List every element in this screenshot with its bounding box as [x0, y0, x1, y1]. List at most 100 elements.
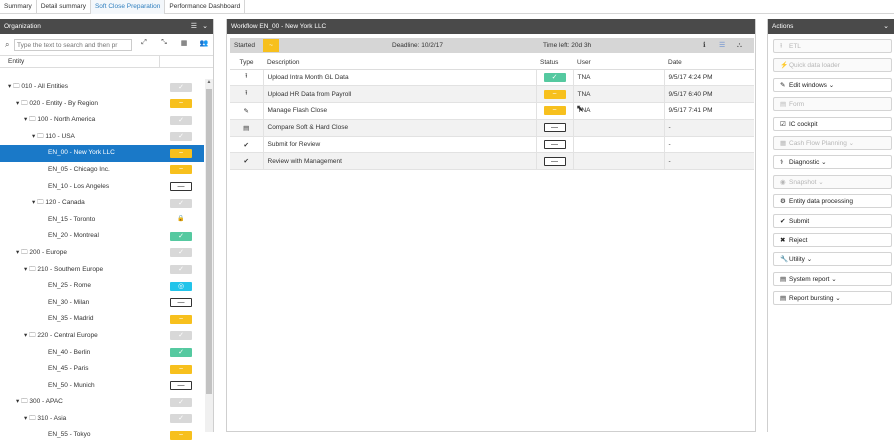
action-submit-button[interactable]: ✔ Submit [773, 213, 892, 228]
task-description[interactable]: Upload Intra Month GL Data [262, 69, 536, 87]
status-badge[interactable]: 🔒 [170, 215, 192, 224]
action-entity-data-processing-button[interactable]: ⚙ Entity data processing [773, 194, 892, 209]
collapse-all-icon[interactable]: ⤡ [158, 39, 170, 47]
status-badge[interactable]: — [543, 123, 566, 133]
status-badge[interactable]: — [543, 156, 566, 166]
tab-performance-dashboard[interactable]: Performance Dashboard [165, 0, 246, 14]
task-date: 9/5/17 7:41 PM [663, 102, 754, 120]
tree-row[interactable]: EN_40 - Berlin ✓ [0, 345, 204, 362]
action-diagnostic-button[interactable]: ⚕ Diagnostic ⌄ [773, 155, 892, 170]
status-badge[interactable]: — [170, 182, 192, 192]
tree-row[interactable]: EN_45 - Paris ~ [0, 361, 204, 378]
action-snapshot-button[interactable]: ◉ Snapshot ⌄ [773, 174, 892, 189]
tree-row[interactable]: ▾ 🗀 120 - Canada ✓ [0, 195, 204, 212]
tree-row[interactable]: EN_35 - Madrid ~ [0, 311, 204, 328]
tree-row[interactable]: EN_25 - Rome ◎ [0, 278, 204, 295]
grid-view-icon[interactable]: ▦ [178, 39, 190, 47]
workflow-status-badge[interactable]: ~ [263, 39, 279, 52]
table-row[interactable]: ✎ Manage Flash Close ~ TNA 9/5/17 7:41 PM [230, 102, 754, 120]
info-icon[interactable]: ℹ [703, 38, 706, 53]
status-badge[interactable]: — [543, 140, 566, 150]
chevron-down-icon[interactable]: ⌄ [883, 19, 889, 34]
task-date: - [663, 136, 754, 154]
tree-row[interactable]: ▾ 🗀 210 - Southern Europe ✓ [0, 262, 204, 279]
tree-row[interactable]: ▾ 🗀 010 - All Entities ✓ [0, 79, 204, 96]
status-badge[interactable]: ~ [543, 106, 566, 116]
status-badge[interactable]: ✓ [170, 397, 192, 407]
tree-row[interactable]: EN_10 - Los Angeles — [0, 179, 204, 196]
tree-row[interactable]: EN_05 - Chicago Inc. ~ [0, 162, 204, 179]
task-description[interactable]: Review with Management [262, 152, 536, 171]
tree-row[interactable]: EN_50 - Munich — [0, 378, 204, 395]
action-cash-flow-planning-button[interactable]: ▦ Cash Flow Planning ⌄ [773, 135, 892, 150]
status-badge[interactable]: ✓ [170, 348, 192, 357]
table-row[interactable]: ✔ Submit for Review — - [230, 136, 754, 154]
users-icon[interactable]: 👥 [198, 39, 210, 47]
tree-row[interactable]: ▾ 🗀 020 - Entity - By Region ~ [0, 96, 204, 113]
tree-row[interactable]: ▾ 🗀 220 - Central Europe ✓ [0, 328, 204, 345]
expand-all-icon[interactable]: ⤢ [138, 39, 150, 47]
chevron-down-icon[interactable]: ⌄ [202, 19, 208, 34]
action-form-button[interactable]: ▤ Form [773, 97, 892, 112]
action-utility-button[interactable]: 🔧Utility ⌄ [773, 252, 892, 267]
action-etl-button[interactable]: ⭱ ETL [773, 39, 892, 53]
list-menu-icon[interactable]: ☰ [191, 19, 197, 34]
status-badge[interactable]: — [170, 381, 192, 391]
status-badge[interactable]: ~ [170, 364, 192, 374]
tree-row[interactable]: EN_30 - Milan — [0, 295, 204, 312]
status-badge[interactable]: ✓ [543, 72, 566, 82]
table-row[interactable]: ⭱ Upload HR Data from Payroll ~ TNA 9/5/17 6… [230, 85, 754, 104]
status-badge[interactable]: ~ [170, 148, 192, 158]
status-badge[interactable]: ~ [170, 314, 192, 324]
status-badge[interactable]: ~ [170, 165, 192, 175]
status-badge[interactable]: ✓ [170, 248, 192, 258]
action-ic-cockpit-button[interactable]: ☑ IC cockpit [773, 116, 892, 131]
organization-search-input[interactable] [14, 39, 132, 51]
task-description[interactable]: Manage Flash Close [262, 102, 536, 120]
tree-row[interactable]: EN_20 - Montreal ✓ [0, 228, 204, 245]
status-badge[interactable]: ✓ [170, 82, 192, 92]
tab-summary[interactable]: Summary [0, 0, 37, 14]
status-badge[interactable]: ~ [170, 430, 192, 440]
action-report-bursting-button[interactable]: ▤ Report bursting ⌄ [773, 291, 892, 306]
status-badge[interactable]: ✓ [170, 115, 192, 125]
table-row[interactable]: ▤ Compare Soft & Hard Close — - [230, 119, 754, 137]
status-badge[interactable]: ◎ [170, 281, 192, 291]
status-badge[interactable]: ✓ [170, 132, 192, 142]
status-badge[interactable]: ✓ [170, 331, 192, 341]
status-badge[interactable]: — [170, 298, 192, 308]
task-description[interactable]: Submit for Review [262, 136, 536, 154]
status-badge[interactable]: ~ [170, 99, 192, 109]
table-row[interactable]: ✔ Review with Management — - [230, 152, 754, 171]
status-badge[interactable]: ✓ [170, 198, 192, 208]
tree-row[interactable]: ▾ 🗀 310 - Asia ✓ [0, 411, 204, 428]
list-view-icon[interactable]: ☰ [719, 38, 725, 53]
checkbox-icon: ☑ [780, 120, 786, 128]
check-icon: ✔ [230, 136, 263, 154]
status-badge[interactable]: ✓ [170, 265, 192, 275]
action-quick-data-loader-button[interactable]: ⚡Quick data loader [773, 58, 892, 73]
action-edit-windows-button[interactable]: ✎ Edit windows ⌄ [773, 77, 892, 92]
action-system-report-button[interactable]: ▤ System report ⌄ [773, 271, 892, 286]
task-description[interactable]: Upload HR Data from Payroll [262, 85, 536, 104]
action-reject-button[interactable]: ✖ Reject [773, 232, 892, 247]
tree-row[interactable]: EN_15 - Toronto 🔒 [0, 212, 204, 229]
hierarchy-icon[interactable]: ⛬ [737, 38, 742, 53]
scroll-up-icon[interactable]: ▲ [205, 79, 213, 85]
tree-row[interactable]: EN_55 - Tokyo ~ [0, 427, 204, 444]
tree-row[interactable]: ▾ 🗀 200 - Europe ✓ [0, 245, 204, 262]
tree-row[interactable]: ▾ 🗀 100 - North America ✓ [0, 112, 204, 129]
status-badge[interactable]: ~ [543, 89, 566, 99]
status-badge[interactable]: ✓ [170, 231, 192, 241]
tree-row[interactable]: EN_00 - New York LLC ~ [0, 145, 204, 162]
tree-row[interactable]: ▾ 🗀 300 - APAC ✓ [0, 394, 204, 411]
workflow-table: Type Description Status User Date ⭱ Uploa… [230, 56, 754, 171]
status-badge[interactable]: ✓ [170, 414, 192, 424]
table-row[interactable]: ⭱ Upload Intra Month GL Data ✓ TNA 9/5/17 4:… [230, 69, 754, 87]
tree-scrollbar[interactable]: ▲ [205, 79, 213, 432]
scrollbar-thumb[interactable] [206, 89, 212, 394]
tab-detail-summary[interactable]: Detail summary [37, 0, 91, 14]
tree-row[interactable]: ▾ 🗀 110 - USA ✓ [0, 129, 204, 146]
tab-soft-close-preparation[interactable]: Soft Close Preparation [90, 0, 166, 14]
task-description[interactable]: Compare Soft & Hard Close [262, 119, 536, 137]
